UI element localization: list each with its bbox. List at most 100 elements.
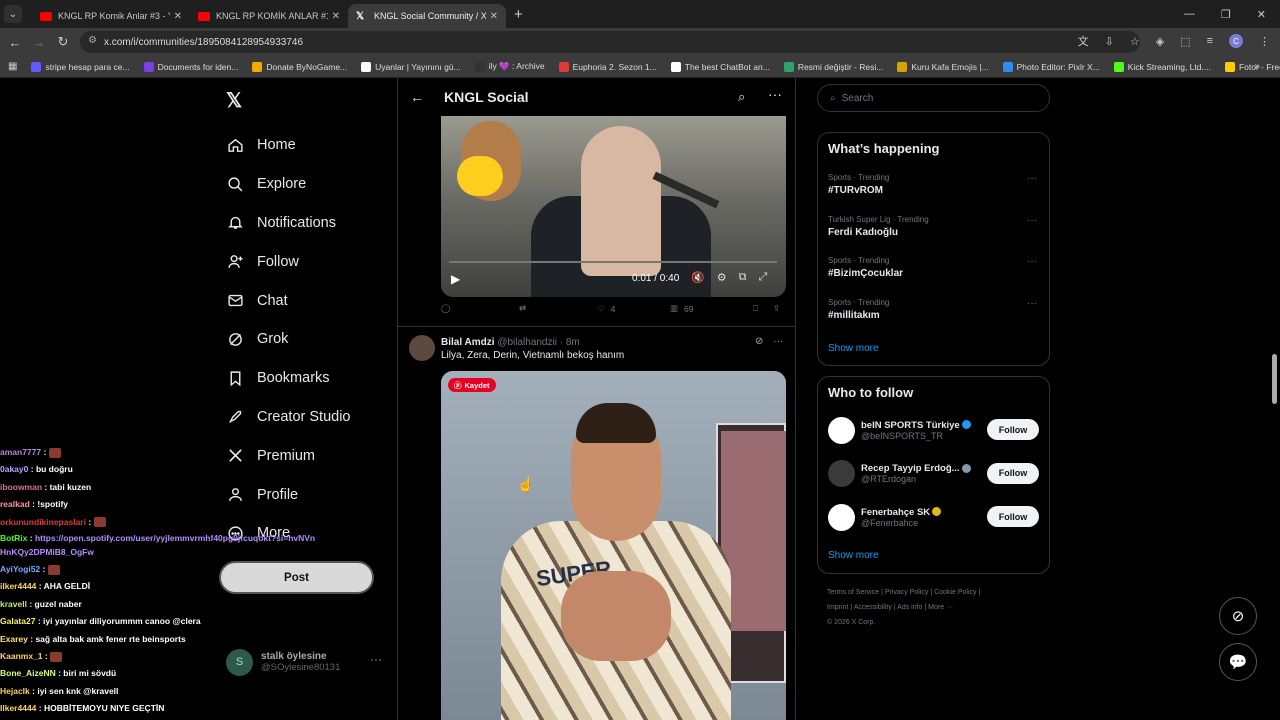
close-window-icon[interactable]: ✕ — [1257, 8, 1266, 21]
bookmark-item[interactable]: Fotor - Free Online... — [1224, 61, 1280, 72]
like-button[interactable]: ♡ 4 — [597, 303, 670, 314]
close-icon[interactable]: ✕ — [490, 11, 498, 22]
avatar[interactable] — [409, 335, 435, 361]
chat-username[interactable]: Galata27 — [0, 616, 35, 626]
sidebar-item-notifications[interactable]: Notifications — [226, 204, 351, 243]
browser-tab-1[interactable]: KNGL RP Komik Anlar #3 - YouT ✕ — [32, 4, 190, 28]
footer-line[interactable]: Imprint | Accessibility | Ads info | Mor… — [827, 600, 1052, 615]
bookmark-item[interactable]: stripe hesap para ce... — [31, 61, 130, 72]
fullscreen-icon[interactable]: ⤢ — [758, 271, 767, 284]
follow-button[interactable]: Follow — [987, 419, 1039, 440]
back-icon[interactable]: ← — [3, 35, 27, 50]
chat-username[interactable]: AyiYogi52 — [0, 564, 40, 574]
post-video[interactable]: SUPER ⓟ Kaydet — [441, 371, 786, 720]
more-icon[interactable]: ··· — [768, 86, 782, 102]
puzzle-icon[interactable]: ⬚ — [1180, 35, 1190, 48]
sidebar-item-home[interactable]: Home — [226, 126, 351, 165]
translate-icon[interactable]: 文 — [1078, 33, 1089, 49]
trend-item[interactable]: Turkish Super Lig · Trending Ferdi Kadıoğ… — [828, 215, 1037, 238]
follow-suggestion[interactable]: Recep Tayyip Erdoğ... @RTErdogan Follow — [828, 458, 1043, 490]
avatar[interactable] — [828, 503, 855, 531]
star-icon[interactable]: ☆ — [1130, 35, 1140, 48]
close-icon[interactable]: ✕ — [332, 11, 340, 22]
more-icon[interactable]: ··· — [1027, 173, 1037, 184]
bookmark-item[interactable]: Euphoria 2. Sezon 1... — [558, 61, 657, 72]
share-icon[interactable]: ⇪ — [773, 303, 780, 314]
show-more-link[interactable]: Show more — [828, 550, 879, 561]
grok-fab[interactable]: ⊘ — [1219, 597, 1257, 635]
sidebar-item-chat[interactable]: Chat — [226, 281, 351, 320]
bookmark-item[interactable]: Donate ByNoGame... — [252, 61, 347, 72]
scrollbar-thumb[interactable] — [1272, 354, 1277, 404]
site-info-icon[interactable]: ⚙ — [88, 35, 97, 46]
chat-username[interactable]: Hejaclk — [0, 686, 30, 696]
browser-tab-2[interactable]: KNGL RP KOMİK ANLAR #12 - Y ✕ — [190, 4, 348, 28]
follow-button[interactable]: Follow — [987, 506, 1039, 527]
chat-username[interactable]: Exarey — [0, 634, 28, 644]
avatar[interactable] — [828, 416, 855, 444]
search-input[interactable]: ⌕ Search — [817, 84, 1050, 112]
more-icon[interactable]: ··· — [773, 336, 783, 347]
chat-username[interactable]: realkad — [0, 499, 30, 509]
trend-item[interactable]: Sports · Trending #TURvROM ··· — [828, 173, 1037, 196]
chat-username[interactable]: Bone_AizeNN — [0, 668, 56, 678]
new-tab-button[interactable]: + — [514, 6, 523, 23]
pip-icon[interactable]: ⧉ — [739, 271, 747, 284]
search-icon[interactable]: ⌕ — [738, 89, 745, 105]
chat-username[interactable]: BotRix — [0, 533, 27, 543]
trend-item[interactable]: Sports · Trending #millitakım ··· — [828, 298, 1037, 321]
reload-icon[interactable]: ↻ — [51, 34, 75, 50]
bookmark-item[interactable]: Kick Streaming, Ltd.... — [1113, 61, 1211, 72]
bookmark-item[interactable]: Kuru Kafa Emojis |... — [897, 61, 989, 72]
chat-username[interactable]: Ilker4444 — [0, 703, 36, 713]
more-bookmarks-icon[interactable]: » — [1254, 61, 1260, 72]
bookmark-item[interactable]: Uyanlar | Yayınını gü... — [361, 61, 461, 72]
x-logo-icon[interactable]: 𝕏 — [226, 88, 242, 113]
bookmark-item[interactable]: ily 💜 : Archive — [474, 61, 545, 72]
chat-username[interactable]: 0akay0 — [0, 464, 28, 474]
profile-avatar[interactable]: C — [1229, 34, 1243, 48]
chat-text[interactable]: https://open.spotify.com/user/yyjlemmvrm… — [0, 533, 315, 557]
more-icon[interactable]: ··· — [370, 652, 382, 666]
bookmark-item[interactable]: Resmi değiştir - Resi... — [783, 61, 883, 72]
trend-item[interactable]: Sports · Trending #BizimÇocuklar ··· — [828, 256, 1037, 279]
more-icon[interactable]: ··· — [1027, 215, 1037, 226]
chat-username[interactable]: iboowman — [0, 482, 42, 492]
video-progress-bar[interactable] — [449, 261, 777, 263]
footer-line[interactable]: Terms of Service | Privacy Policy | Cook… — [827, 585, 1052, 600]
browser-tab-3[interactable]: 𝕏 KNGL Social Community / X ✕ — [348, 4, 506, 28]
repost-icon[interactable]: ⇄ — [519, 303, 597, 314]
save-badge[interactable]: ⓟ Kaydet — [448, 378, 496, 392]
sidebar-item-explore[interactable]: Explore — [226, 165, 351, 204]
chat-username[interactable]: Kaanmx_1 — [0, 651, 43, 661]
chat-username[interactable]: orkunundikinepaslari — [0, 517, 86, 527]
forward-icon[interactable]: → — [27, 35, 51, 50]
sidebar-item-follow[interactable]: Follow — [226, 242, 351, 281]
minimize-icon[interactable]: — — [1184, 8, 1195, 20]
bookmark-item[interactable]: Documents for iden... — [143, 61, 238, 72]
more-icon[interactable]: ··· — [1027, 298, 1037, 309]
bookmark-item[interactable]: Photo Editor: Pixlr X... — [1002, 61, 1100, 72]
install-icon[interactable]: ⇩ — [1105, 35, 1114, 48]
suggestion-name[interactable]: beIN SPORTS Türkiye — [861, 420, 971, 431]
video-player[interactable]: ▶ 0:01 / 0:40 🔇 ⚙ ⧉ ⤢ — [441, 116, 786, 297]
url-input[interactable]: ⚙ x.com/i/communities/189508412895493374… — [80, 31, 1140, 53]
mute-icon[interactable]: 🔇 — [691, 271, 705, 284]
views-button[interactable]: ▥ 69 — [670, 303, 753, 314]
reply-icon[interactable]: ◯ — [441, 303, 519, 314]
menu-icon[interactable]: ⋮ — [1259, 35, 1270, 48]
settings-icon[interactable]: ⚙ — [717, 271, 727, 284]
apps-icon[interactable]: ▦ — [8, 61, 17, 72]
suggestion-name[interactable]: Recep Tayyip Erdoğ... — [861, 463, 971, 474]
close-icon[interactable]: ✕ — [174, 11, 182, 22]
bookmark-icon[interactable]: ⎕ — [753, 303, 773, 314]
tab-search-button[interactable]: ⌄ — [4, 5, 22, 23]
messages-fab[interactable]: 💬 — [1219, 643, 1257, 681]
chat-username[interactable]: aman7777 — [0, 447, 41, 457]
back-arrow-icon[interactable]: ← — [410, 89, 424, 105]
restore-icon[interactable]: ❐ — [1221, 8, 1231, 21]
suggestion-name[interactable]: Fenerbahçe SK — [861, 507, 971, 518]
follow-button[interactable]: Follow — [987, 462, 1039, 484]
avatar[interactable] — [828, 460, 855, 487]
post-author[interactable]: Bilal Amdzi @bilalhandzii · 8m — [441, 337, 580, 348]
